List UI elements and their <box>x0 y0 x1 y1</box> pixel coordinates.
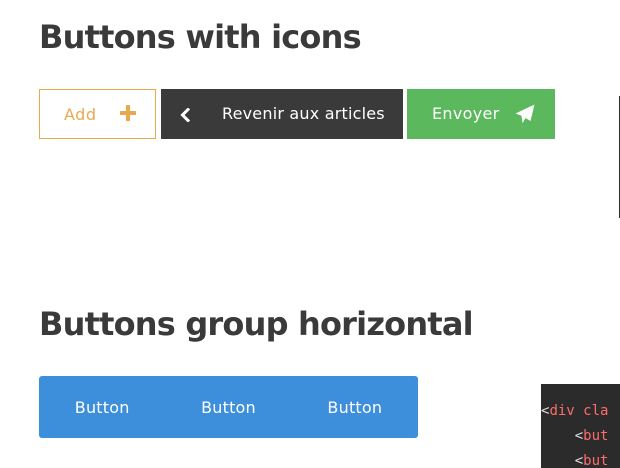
group-button-1[interactable]: Button <box>39 376 165 438</box>
back-to-articles-label: Revenir aux articles <box>222 104 385 123</box>
section-title-icons: Buttons with icons <box>39 18 362 56</box>
group-button-2[interactable]: Button <box>165 376 291 438</box>
code-snippet: <div cla <but <but <box>541 384 620 468</box>
paper-plane-icon <box>515 104 535 124</box>
chevron-left-icon <box>180 107 191 123</box>
group-button-3[interactable]: Button <box>292 376 418 438</box>
code-line: <but <box>541 428 609 444</box>
code-line: <div cla <box>541 403 609 419</box>
code-line: <but <box>541 453 609 468</box>
plus-icon <box>120 105 136 121</box>
send-button[interactable]: Envoyer <box>407 89 555 139</box>
horizontal-button-group: Button Button Button <box>39 376 418 438</box>
send-button-label: Envoyer <box>432 104 500 123</box>
back-to-articles-button[interactable]: Revenir aux articles <box>161 89 403 139</box>
add-button[interactable]: Add <box>39 89 156 139</box>
section-title-group: Buttons group horizontal <box>39 305 474 343</box>
add-button-label: Add <box>64 104 97 124</box>
